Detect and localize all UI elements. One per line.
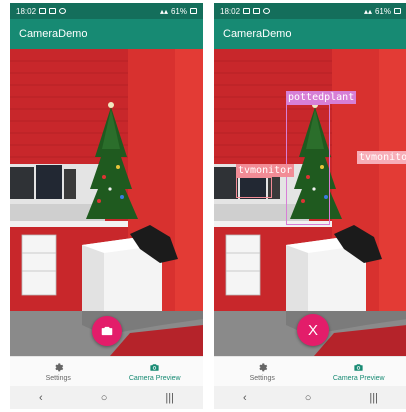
detection-label-tvmonitor: tvmonitor: [236, 164, 295, 177]
gear-icon: [53, 362, 64, 373]
message-notification-icon: [49, 8, 57, 14]
battery-percent: 61%: [374, 6, 391, 16]
home-icon[interactable]: ○: [101, 392, 108, 404]
gallery-notification-icon: [243, 8, 251, 14]
signal-wifi-icon: ▴▴: [363, 6, 372, 16]
camera-preview: pottedplant tvmonitor tvmonito X: [214, 49, 406, 356]
camera-icon: [353, 362, 364, 373]
camera-icon: [149, 362, 160, 373]
bottom-navigation: Settings Camera Preview: [10, 356, 203, 386]
gear-icon: [257, 362, 268, 373]
nav-item-settings[interactable]: Settings: [214, 357, 311, 386]
recents-icon[interactable]: |||: [369, 392, 378, 404]
camera-icon: [100, 324, 114, 338]
phone-screen-capture: 18:02 ▴▴ 61% CameraDemo Settings Camera …: [10, 3, 203, 409]
nav-camera-label: Camera Preview: [332, 374, 385, 382]
app-title: CameraDemo: [19, 28, 88, 40]
camera-preview-image: [10, 49, 203, 356]
nav-settings-label: Settings: [45, 374, 71, 382]
nav-settings-label: Settings: [249, 374, 275, 382]
signal-wifi-icon: ▴▴: [159, 6, 168, 16]
nav-item-camera-preview[interactable]: Camera Preview: [107, 357, 204, 386]
message-notification-icon: [253, 8, 261, 14]
battery-icon: [394, 8, 401, 14]
battery-icon: [190, 8, 197, 14]
nav-item-camera-preview[interactable]: Camera Preview: [311, 357, 406, 386]
dnd-notification-icon: [263, 8, 271, 14]
capture-button[interactable]: [92, 316, 122, 346]
app-bar: CameraDemo: [214, 19, 406, 49]
back-icon[interactable]: ‹: [39, 392, 43, 404]
nav-camera-label: Camera Preview: [128, 374, 181, 382]
home-icon[interactable]: ○: [305, 392, 312, 404]
status-time: 18:02: [16, 6, 37, 16]
recents-icon[interactable]: |||: [165, 392, 174, 404]
system-navigation-bar: ‹ ○ |||: [214, 386, 406, 409]
back-icon[interactable]: ‹: [243, 392, 247, 404]
status-bar: 18:02 ▴▴ 61%: [10, 3, 203, 19]
status-bar: 18:02 ▴▴ 61%: [214, 3, 406, 19]
bottom-navigation: Settings Camera Preview: [214, 356, 406, 386]
phone-screen-detection: 18:02 ▴▴ 61% CameraDemo pottedplant tvmo…: [214, 3, 406, 409]
close-detection-button[interactable]: X: [297, 314, 329, 346]
detection-label-tvmonitor-partial: tvmonito: [357, 151, 406, 164]
app-title: CameraDemo: [223, 28, 292, 40]
detection-box-tvmonitor: [236, 177, 272, 198]
camera-preview: [10, 49, 203, 356]
app-bar: CameraDemo: [10, 19, 203, 49]
nav-item-settings[interactable]: Settings: [10, 357, 107, 386]
system-navigation-bar: ‹ ○ |||: [10, 386, 203, 409]
battery-percent: 61%: [170, 6, 187, 16]
dnd-notification-icon: [59, 8, 67, 14]
close-icon: X: [307, 321, 318, 339]
status-time: 18:02: [220, 6, 241, 16]
detection-label-pottedplant: pottedplant: [286, 91, 357, 104]
gallery-notification-icon: [39, 8, 47, 14]
